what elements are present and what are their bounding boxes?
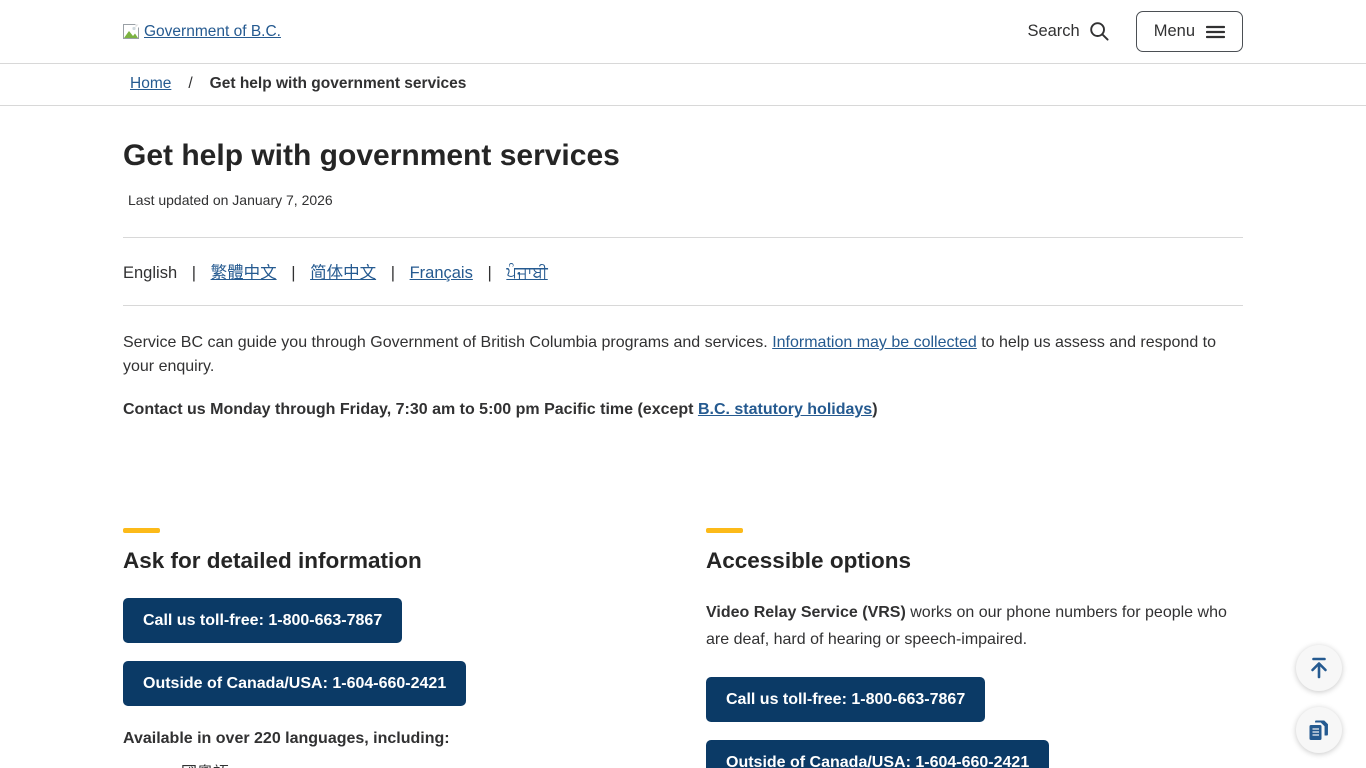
arrow-up-icon (1306, 655, 1332, 681)
statutory-holidays-link[interactable]: B.C. statutory holidays (698, 401, 872, 418)
vrs-paragraph: Video Relay Service (VRS) works on our p… (706, 599, 1243, 653)
last-updated: Last updated on January 7, 2026 (123, 192, 1243, 208)
language-link-punjabi[interactable]: ਪੰਜਾਬੀ (506, 264, 547, 282)
language-separator: | (291, 264, 295, 282)
accessible-options-heading: Accessible options (706, 548, 1243, 574)
search-icon (1089, 21, 1110, 42)
scroll-to-top-button[interactable] (1296, 645, 1342, 691)
copy-page-button[interactable] (1296, 707, 1342, 753)
intro-paragraph: Service BC can guide you through Governm… (123, 331, 1243, 379)
accessible-call-toll-free-button[interactable]: Call us toll-free: 1-800-663-7867 (706, 677, 985, 722)
gold-accent-bar (123, 528, 160, 533)
broken-image-icon (123, 24, 141, 40)
logo-link[interactable]: Government of B.C. (123, 23, 281, 41)
page-title: Get help with government services (123, 139, 1243, 173)
language-separator: | (192, 264, 196, 282)
breadcrumb-separator: / (188, 75, 192, 93)
languages-list: 國粵語 ਪੰਜਾਬੀ (123, 764, 660, 768)
breadcrumb: Home / Get help with government services (0, 64, 1366, 106)
language-separator: | (487, 264, 491, 282)
breadcrumb-home-link[interactable]: Home (130, 75, 171, 93)
main-content: Get help with government services Last u… (123, 139, 1243, 768)
language-list-item: 國粵語 (181, 764, 660, 768)
detailed-information-heading: Ask for detailed information (123, 548, 660, 574)
search-label: Search (1027, 22, 1079, 41)
language-bar: English | 繁體中文 | 简体中文 | Français | ਪੰਜਾਬ… (123, 238, 1243, 305)
accessible-options-section: Accessible options Video Relay Service (… (706, 528, 1243, 768)
call-toll-free-button[interactable]: Call us toll-free: 1-800-663-7867 (123, 598, 402, 643)
vrs-bold-text: Video Relay Service (VRS) (706, 604, 906, 621)
language-link-simplified-chinese[interactable]: 简体中文 (310, 264, 376, 282)
gold-accent-bar (706, 528, 743, 533)
site-header: Government of B.C. Search Menu (0, 0, 1366, 64)
language-link-traditional-chinese[interactable]: 繁體中文 (211, 264, 277, 282)
intro-text: Service BC can guide you through Governm… (123, 334, 772, 351)
two-column-section: Ask for detailed information Call us tol… (123, 528, 1243, 768)
information-collected-link[interactable]: Information may be collected (772, 334, 977, 351)
contact-hours-text-after: ) (872, 401, 877, 418)
logo-text: Government of B.C. (144, 23, 281, 41)
hamburger-icon (1206, 25, 1225, 39)
language-link-french[interactable]: Français (410, 264, 473, 282)
menu-button[interactable]: Menu (1136, 11, 1243, 52)
language-current: English (123, 264, 177, 282)
contact-hours-text: Contact us Monday through Friday, 7:30 a… (123, 401, 698, 418)
contact-hours-paragraph: Contact us Monday through Friday, 7:30 a… (123, 398, 1243, 422)
outside-canada-button[interactable]: Outside of Canada/USA: 1-604-660-2421 (123, 661, 466, 706)
breadcrumb-current-page: Get help with government services (210, 75, 467, 93)
accessible-outside-canada-button[interactable]: Outside of Canada/USA: 1-604-660-2421 (706, 740, 1049, 768)
detailed-information-section: Ask for detailed information Call us tol… (123, 528, 660, 768)
copy-icon (1308, 718, 1330, 742)
header-actions: Search Menu (1027, 11, 1243, 52)
language-separator: | (391, 264, 395, 282)
divider (123, 305, 1243, 306)
languages-available-label: Available in over 220 languages, includi… (123, 730, 660, 748)
search-button[interactable]: Search (1027, 21, 1109, 42)
menu-label: Menu (1154, 22, 1195, 41)
